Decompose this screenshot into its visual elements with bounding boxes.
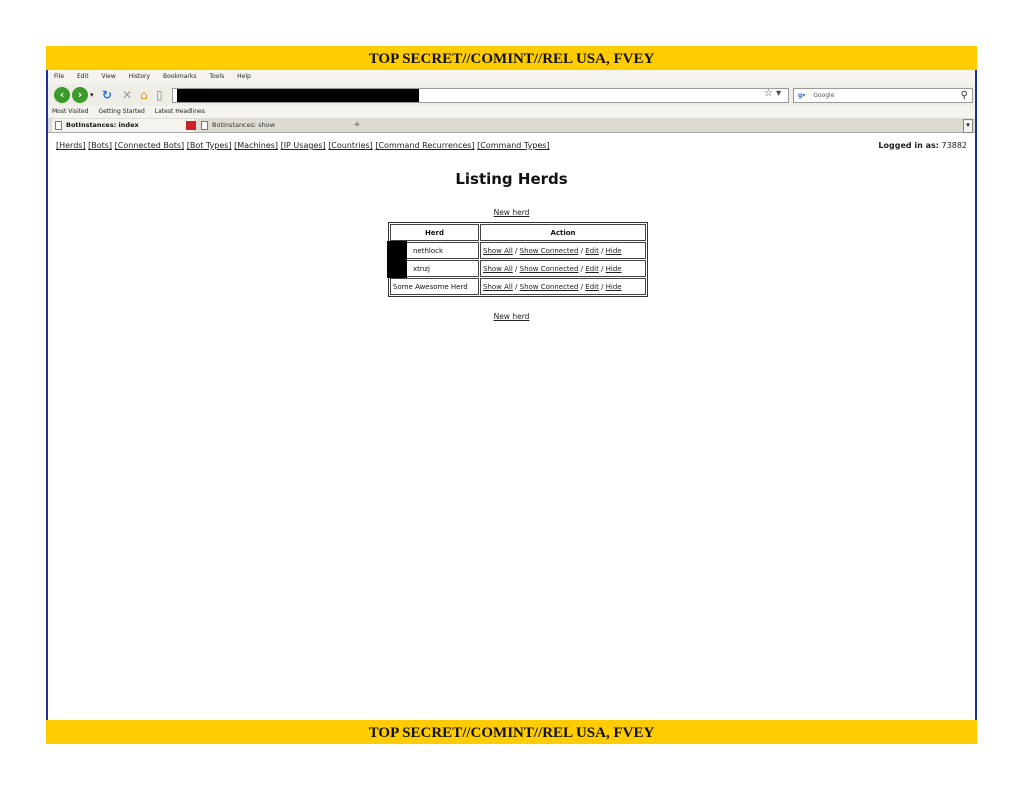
nav-countries[interactable]: [Countries] (328, 141, 373, 150)
classification-banner-top: TOP SECRET//COMINT//REL USA, FVEY (46, 46, 977, 70)
page-title: Listing Herds (455, 170, 568, 188)
login-label: Logged in as: (878, 141, 939, 150)
herd-cell: xtnzj (387, 259, 479, 278)
nav-ip-usages[interactable]: [IP Usages] (281, 141, 326, 150)
hide-link[interactable]: Hide (606, 283, 622, 291)
search-icon[interactable]: ⚲ (961, 89, 968, 102)
navigation-toolbar: ‹ › ▾ ↻ ✕ ⌂ ▯ ☆ ▾ g▾ Google ⚲ (48, 84, 975, 106)
redaction-box (387, 241, 407, 260)
stop-icon[interactable]: ✕ (122, 88, 132, 102)
nav-machines[interactable]: [Machines] (234, 141, 278, 150)
menu-view[interactable]: View (102, 73, 116, 80)
new-herd-bottom: New herd (48, 312, 975, 321)
show-connected-link[interactable]: Show Connected (520, 283, 579, 291)
separator: / (601, 264, 604, 273)
herd-cell: Some Awesome Herd (390, 278, 479, 295)
redacted-url (177, 89, 419, 102)
herd-cell: nethlock (387, 241, 479, 260)
nav-command-types[interactable]: [Command Types] (477, 141, 549, 150)
separator: / (580, 246, 584, 255)
document-icon (55, 121, 62, 130)
herd-name: Some Awesome Herd (393, 282, 468, 291)
tab-list-button[interactable]: ▾ (963, 119, 973, 133)
bookmarks-toolbar: Most Visited Getting Started Latest Head… (48, 106, 975, 118)
bookmark-star-icon[interactable]: ☆ ▾ (764, 88, 781, 100)
hide-link[interactable]: Hide (606, 247, 622, 255)
login-user: 73882 (941, 141, 967, 150)
menu-edit[interactable]: Edit (77, 73, 89, 80)
bookmark-most-visited[interactable]: Most Visited (52, 108, 89, 115)
tab-title: BotInstances: index (66, 121, 139, 129)
action-cell: Show All / Show Connected / Edit / Hide (480, 278, 646, 295)
page-content: [Herds] [Bots] [Connected Bots] [Bot Typ… (48, 134, 975, 720)
menu-tools[interactable]: Tools (209, 73, 224, 80)
separator: / (580, 264, 584, 273)
column-header-action: Action (480, 224, 646, 241)
show-connected-link[interactable]: Show Connected (520, 265, 579, 273)
menu-help[interactable]: Help (237, 73, 251, 80)
new-herd-top: New herd (48, 208, 975, 217)
edit-link[interactable]: Edit (585, 247, 599, 255)
menu-file[interactable]: File (54, 73, 64, 80)
back-button[interactable]: ‹ (54, 87, 70, 103)
menu-bookmarks[interactable]: Bookmarks (163, 73, 197, 80)
show-all-link[interactable]: Show All (483, 247, 513, 255)
separator: / (515, 246, 518, 255)
hide-link[interactable]: Hide (606, 265, 622, 273)
tab-botinstances-index[interactable]: BotInstances: index (52, 119, 196, 132)
search-box[interactable]: g▾ Google ⚲ (793, 88, 973, 103)
show-all-link[interactable]: Show All (483, 283, 513, 291)
show-all-link[interactable]: Show All (483, 265, 513, 273)
menu-history[interactable]: History (129, 73, 150, 80)
action-cell: Show All / Show Connected / Edit / Hide (480, 260, 646, 277)
table-row: nethlock Show All / Show Connected / Edi… (387, 241, 646, 260)
nav-bot-types[interactable]: [Bot Types] (187, 141, 232, 150)
tab-bar: BotInstances: index BotInstances: show +… (48, 118, 975, 133)
history-dropdown-icon[interactable]: ▾ (90, 88, 94, 102)
document-frame: TOP SECRET//COMINT//REL USA, FVEY File E… (46, 46, 977, 744)
search-engine-label: Google (813, 92, 835, 99)
new-herd-link-top[interactable]: New herd (494, 208, 530, 217)
browser-window: File Edit View History Bookmarks Tools H… (46, 70, 977, 720)
tab-botinstances-show[interactable]: BotInstances: show (198, 119, 346, 132)
document-icon (201, 121, 208, 130)
redaction-box (387, 259, 407, 278)
show-connected-link[interactable]: Show Connected (520, 247, 579, 255)
herds-table: Herd Action nethlock Show All / Show Con… (387, 222, 648, 297)
new-herd-link-bottom[interactable]: New herd (494, 312, 530, 321)
bookmark-getting-started[interactable]: Getting Started (98, 108, 144, 115)
column-header-herd: Herd (390, 224, 479, 241)
action-cell: Show All / Show Connected / Edit / Hide (480, 242, 646, 259)
url-bar[interactable] (172, 88, 789, 103)
nav-herds[interactable]: [Herds] (56, 141, 86, 150)
separator: / (601, 246, 604, 255)
login-status: Logged in as: 73882 (878, 141, 967, 150)
edit-link[interactable]: Edit (585, 283, 599, 291)
new-tab-button[interactable]: + (350, 119, 364, 132)
classification-banner-bottom: TOP SECRET//COMINT//REL USA, FVEY (46, 720, 977, 744)
home-icon[interactable]: ⌂ (140, 88, 148, 102)
table-header-row: Herd Action (390, 224, 646, 241)
nav-connected-bots[interactable]: [Connected Bots] (115, 141, 185, 150)
menu-bar: File Edit View History Bookmarks Tools H… (48, 70, 975, 84)
tab-title: BotInstances: show (212, 121, 276, 129)
separator: / (580, 282, 584, 291)
reload-icon[interactable]: ↻ (102, 88, 112, 102)
nav-command-recurrences[interactable]: [Command Recurrences] (375, 141, 474, 150)
mail-icon (186, 121, 196, 130)
edit-link[interactable]: Edit (585, 265, 599, 273)
nav-bots[interactable]: [Bots] (88, 141, 112, 150)
forward-button[interactable]: › (72, 87, 88, 103)
page-icon: ▯ (156, 88, 163, 102)
separator: / (515, 282, 518, 291)
top-navigation: [Herds] [Bots] [Connected Bots] [Bot Typ… (56, 141, 550, 150)
table-row: Some Awesome Herd Show All / Show Connec… (390, 278, 646, 295)
bookmark-latest-headlines[interactable]: Latest Headlines (155, 108, 205, 115)
separator: / (601, 282, 604, 291)
separator: / (515, 264, 518, 273)
table-row: xtnzj Show All / Show Connected / Edit /… (387, 259, 646, 278)
google-icon[interactable]: g▾ (798, 89, 805, 102)
